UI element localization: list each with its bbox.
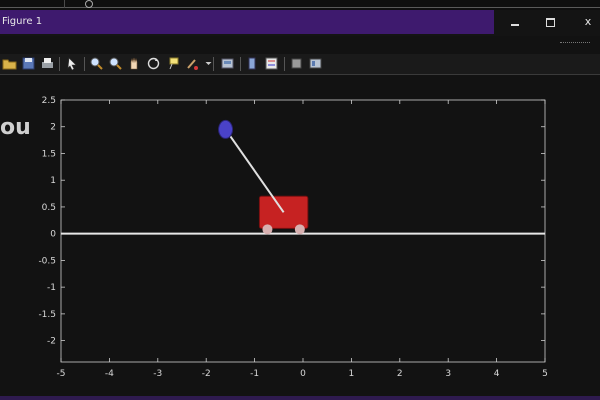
- hide-plot-tools-icon[interactable]: [289, 56, 304, 71]
- x-tick-label: -1: [250, 369, 259, 379]
- zoom-in-icon[interactable]: [89, 56, 104, 71]
- y-tick-label: -1: [47, 283, 56, 293]
- open-folder-icon[interactable]: [2, 56, 17, 71]
- menu-bar: [0, 36, 600, 55]
- legend-icon[interactable]: [264, 56, 279, 71]
- toolbar-separator: [240, 57, 241, 71]
- y-tick-label: 1: [50, 176, 56, 186]
- show-plot-tools-icon[interactable]: [308, 56, 323, 71]
- rotate-icon[interactable]: [146, 56, 161, 71]
- toolbar-separator: [213, 57, 214, 71]
- datatip-icon[interactable]: [167, 56, 182, 71]
- y-tick-label: 0: [50, 230, 56, 240]
- window-titlebar[interactable]: Figure 1 x: [0, 10, 600, 36]
- titlebar-accent: [0, 10, 494, 34]
- top-strip: [0, 0, 600, 10]
- colorbar-icon[interactable]: [245, 56, 260, 71]
- toolbar-separator: [284, 57, 285, 71]
- figure-axes[interactable]: -5 -4 -3 -2 -1 0 1 2 3 4 5 2.5 2 1.5 1 0.5 0 -0.5 -1 -1.5 -2: [0, 74, 600, 396]
- top-tick: [64, 0, 65, 8]
- x-tick-label: 3: [445, 369, 451, 379]
- x-tick-label: 0: [300, 369, 306, 379]
- maximize-button[interactable]: [540, 14, 560, 30]
- y-tick-label: 1.5: [42, 149, 56, 159]
- x-tick-label: -4: [105, 369, 114, 379]
- save-icon[interactable]: [21, 56, 36, 71]
- y-tick-label: -2: [47, 337, 56, 347]
- axes-layer: -5 -4 -3 -2 -1 0 1 2 3 4 5 2.5 2 1.5 1 0.5 0 -0.5 -1 -1.5 -2: [38, 96, 547, 379]
- brush-icon[interactable]: [185, 56, 200, 71]
- print-icon[interactable]: [40, 56, 55, 71]
- x-tick-label: 2: [397, 369, 403, 379]
- x-tick-label: -5: [57, 369, 66, 379]
- y-tick-label: 0.5: [42, 203, 56, 213]
- y-tick-label: 2.5: [42, 96, 56, 106]
- menu-dots: [560, 42, 590, 45]
- minimize-button[interactable]: [505, 14, 525, 30]
- print-preview-icon[interactable]: [220, 56, 235, 71]
- x-tick-label: 5: [542, 369, 548, 379]
- window-title: Figure 1: [2, 16, 43, 27]
- toolbar-separator: [59, 57, 60, 71]
- y-tick-label: 2: [50, 123, 56, 133]
- minimize-icon: [511, 24, 519, 26]
- close-button[interactable]: x: [578, 14, 598, 30]
- x-tick-label: -2: [202, 369, 211, 379]
- cart-wheel-left: [262, 224, 273, 235]
- y-tick-label: -1.5: [38, 310, 56, 320]
- cart-wheel-right: [294, 224, 305, 235]
- pan-hand-icon[interactable]: [127, 56, 142, 71]
- zoom-out-icon[interactable]: [108, 56, 123, 71]
- chevron-down-icon[interactable]: [201, 56, 212, 71]
- figure-toolbar: [0, 54, 600, 75]
- maximize-icon: [546, 18, 555, 27]
- toolbar-separator: [84, 57, 85, 71]
- bottom-band: [0, 396, 600, 400]
- arrow-pointer-icon[interactable]: [65, 56, 80, 71]
- x-tick-label: 4: [494, 369, 500, 379]
- x-tick-label: 1: [349, 369, 355, 379]
- circle-icon: [85, 0, 93, 8]
- pendulum-bob: [218, 119, 234, 139]
- x-tick-label: -3: [153, 369, 162, 379]
- y-tick-label: -0.5: [38, 256, 56, 266]
